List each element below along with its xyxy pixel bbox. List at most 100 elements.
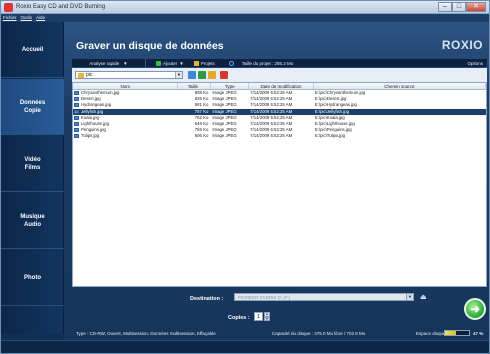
- sidebar-item-video-films[interactable]: Vidéo Films: [1, 136, 64, 192]
- file-path-cell-text: E:\pic\Jellyfish.jpg: [314, 108, 349, 114]
- file-rows: Chrysanthemum.jpg 858 Ko Image JPEG 7/14/20…: [73, 90, 486, 140]
- maximize-button[interactable]: □: [452, 2, 466, 12]
- file-name-cell: Tulips.jpg: [73, 133, 178, 139]
- file-size-cell-text: 858 Ko: [194, 90, 209, 95]
- file-date-cell-text: 7/14/2009 5:52:25 AM: [250, 127, 293, 133]
- file-name-cell-text: Tulips.jpg: [81, 133, 100, 139]
- close-button[interactable]: ✕: [466, 2, 486, 12]
- sidebar-item-accueil[interactable]: Accueil: [1, 22, 64, 78]
- copies-input[interactable]: 1: [254, 312, 263, 321]
- column-header-date[interactable]: Date de modification: [249, 83, 314, 89]
- up-folder-button[interactable]: [198, 71, 206, 79]
- delete-button[interactable]: [220, 71, 228, 79]
- destination-value: PIONEER DVDRW D: (F:): [238, 295, 291, 300]
- file-type-cell-text: Image JPEG: [212, 96, 237, 102]
- file-size-cell-text: 762 Ko: [194, 114, 209, 120]
- path-bar: pic ▼: [72, 68, 487, 82]
- file-path-cell-text: E:\pic\Lighthouse.jpg: [314, 120, 355, 126]
- folder-icon: [193, 60, 199, 66]
- plus-icon: [156, 60, 161, 66]
- column-header-name[interactable]: Nom: [73, 83, 179, 89]
- back-button[interactable]: [188, 71, 196, 79]
- chevron-down-icon: ▼: [123, 60, 128, 66]
- file-path-cell-text: E:\pic\Tulips.jpg: [314, 133, 346, 139]
- page-title: Graver un disque de données: [76, 40, 224, 52]
- app-icon: [4, 3, 13, 12]
- analyze-label: Analyse rapide: [89, 60, 120, 66]
- file-path-cell-text: E:\pic\Hydrangeas.jpg: [314, 102, 357, 108]
- file-type-cell-text: Image JPEG: [212, 120, 237, 126]
- burn-button[interactable]: ➜: [464, 298, 486, 320]
- sidebar-item-musique-audio[interactable]: Musique Audio: [1, 193, 64, 249]
- file-size-cell-text: 826 Ko: [194, 96, 209, 102]
- sidebar-item-donnees-copie[interactable]: Données Copie: [1, 79, 64, 135]
- brand-logo: ROXIO: [441, 38, 483, 52]
- column-header-path[interactable]: Chemin source: [314, 83, 486, 89]
- file-date-cell-text: 7/14/2009 5:52:25 AM: [250, 114, 293, 120]
- image-file-icon: [74, 91, 79, 96]
- disk-space-meter: [444, 330, 470, 336]
- image-file-icon: [74, 97, 79, 102]
- file-path-cell: E:\pic\Tulips.jpg: [314, 133, 486, 139]
- sidebar-item-photo[interactable]: Photo: [1, 250, 64, 306]
- file-type-cell-text: Image JPEG: [212, 108, 237, 114]
- file-date-cell-text: 7/14/2009 5:52:25 AM: [250, 96, 293, 102]
- window-title: Roxio Easy CD and DVD Burning: [16, 4, 106, 10]
- column-header-size[interactable]: Taille: [178, 83, 212, 89]
- title-bar: Roxio Easy CD and DVD Burning – □ ✕: [1, 1, 489, 14]
- file-type-cell-text: Image JPEG: [212, 127, 237, 133]
- image-file-icon: [74, 128, 79, 133]
- projects-button[interactable]: Projets: [193, 60, 215, 66]
- file-type-cell-text: Image JPEG: [212, 102, 237, 108]
- file-path-cell-text: E:\pic\Koala.jpg: [314, 114, 345, 120]
- menu-outils[interactable]: Outils: [21, 14, 33, 22]
- eject-icon[interactable]: ⏏: [420, 293, 427, 301]
- file-size-cell-text: 759 Ko: [194, 127, 209, 133]
- analyze-button[interactable]: Analyse rapide ▼: [72, 59, 146, 67]
- menu-bar: Fichier Outils Aide: [1, 14, 489, 22]
- app-window: Roxio Easy CD and DVD Burning – □ ✕ Fich…: [0, 0, 490, 354]
- column-header-type[interactable]: Type: [211, 83, 250, 89]
- disc-capacity-text: Capacité du disque : 375.0 Mo libre / 70…: [272, 330, 366, 336]
- file-type-cell: Image JPEG: [211, 133, 249, 139]
- minimize-button[interactable]: –: [438, 2, 452, 12]
- arrow-right-icon: ➜: [469, 302, 481, 316]
- chevron-down-icon: ▼: [175, 72, 182, 78]
- file-size-cell-text: 757 Ko: [194, 108, 209, 114]
- image-file-icon: [74, 109, 79, 114]
- destination-select[interactable]: PIONEER DVDRW D: (F:) ▼: [234, 293, 414, 301]
- add-label: Ajouter: [163, 60, 178, 66]
- file-date-cell-text: 7/14/2009 5:52:25 AM: [250, 120, 293, 126]
- path-select[interactable]: pic ▼: [75, 71, 183, 79]
- projects-label: Projets: [200, 60, 215, 66]
- file-path-cell-text: E:\pic\Penguins.jpg: [314, 127, 352, 133]
- disc-info-text: Type : CD-RW, Ouvert, Multisession, Donn…: [76, 330, 216, 336]
- sidebar: Accueil Données Copie Vidéo Films Musiqu…: [1, 22, 64, 334]
- refresh-icon[interactable]: [228, 60, 234, 66]
- stepper-down-icon[interactable]: ▼: [264, 316, 270, 321]
- file-type-cell-text: Image JPEG: [212, 114, 237, 120]
- project-size-text: Taille du projet : 285.3 Mo: [241, 60, 294, 66]
- file-size-cell-text: 548 Ko: [194, 120, 209, 126]
- file-size-cell-text: 581 Ko: [194, 102, 209, 108]
- file-row[interactable]: Tulips.jpg 606 Ko Image JPEG 7/14/2009 5:52…: [73, 133, 486, 139]
- chevron-down-icon: ▼: [406, 294, 413, 300]
- file-path-cell-text: E:\pic\Chrysanthemum.jpg: [314, 90, 366, 95]
- options-button[interactable]: Options: [467, 61, 483, 66]
- toolbar: Analyse rapide ▼ Ajouter ▼ Projets Taill…: [72, 59, 487, 67]
- file-list: Nom Taille Type Date de modification Che…: [72, 82, 487, 287]
- copies-label: Copies :: [228, 315, 250, 321]
- copies-stepper[interactable]: ▲ ▼: [264, 312, 270, 321]
- bottom-strip: [1, 340, 489, 353]
- file-size-cell-text: 606 Ko: [194, 133, 209, 139]
- menu-fichier[interactable]: Fichier: [3, 14, 17, 22]
- path-value: pic: [86, 72, 93, 78]
- menu-aide[interactable]: Aide: [36, 14, 45, 22]
- image-file-icon: [74, 122, 79, 127]
- new-folder-button[interactable]: [208, 71, 216, 79]
- file-type-cell-text: Image JPEG: [212, 90, 237, 95]
- file-size-cell: 606 Ko: [178, 133, 211, 139]
- add-button[interactable]: Ajouter ▼: [156, 60, 184, 66]
- folder-icon: [78, 73, 84, 78]
- main-panel: Graver un disque de données ROXIO Analys…: [64, 22, 489, 334]
